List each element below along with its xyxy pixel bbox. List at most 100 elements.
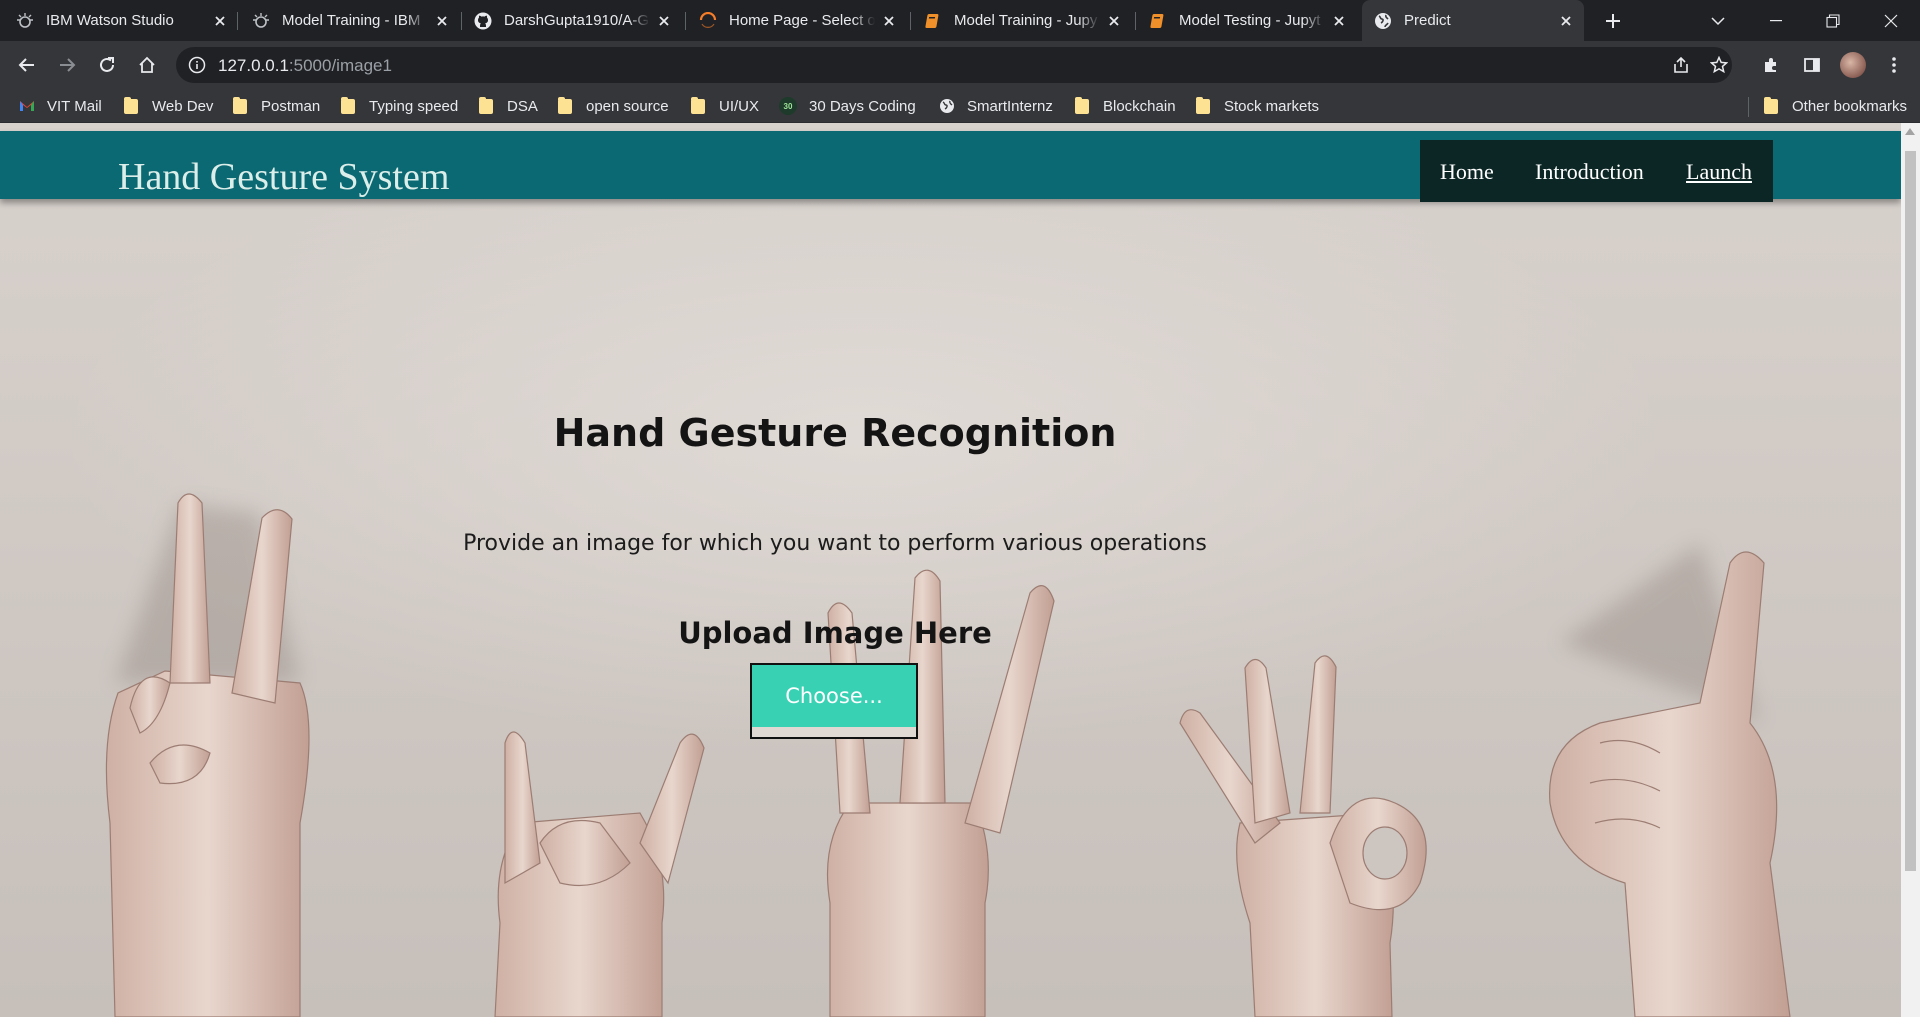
bookmark-label: Other bookmarks [1792, 97, 1908, 115]
close-tab-icon[interactable] [879, 11, 899, 31]
bookmark-folder-web-dev[interactable]: Web Dev [124, 95, 213, 117]
reload-button[interactable] [91, 49, 123, 81]
horns-gesture-hand [494, 731, 705, 1017]
bookmark-label: 30 Days Coding [809, 97, 916, 115]
bookmark-label: open source [586, 97, 669, 115]
close-tab-icon[interactable] [432, 11, 452, 31]
close-tab-icon[interactable] [654, 11, 674, 31]
scrollbar-thumb[interactable] [1905, 151, 1916, 871]
arrow-right-icon [60, 58, 76, 72]
bookmark-label: Blockchain [1103, 97, 1176, 115]
home-icon [139, 56, 155, 73]
close-tab-icon[interactable] [1104, 11, 1124, 31]
bookmark-smartinternz[interactable]: SmartInternz [939, 95, 1053, 117]
bookmark-30-days-coding[interactable]: 30 30 Days Coding [779, 95, 916, 117]
bookmark-vit-mail[interactable]: VIT Mail [19, 95, 102, 117]
browser-tab-model-testing-jupyter[interactable]: Model Testing - Jupyt [1149, 0, 1349, 41]
browser-tab-model-training-jupyter[interactable]: Model Training - Jupy [924, 0, 1124, 41]
close-tab-icon[interactable] [1556, 11, 1576, 31]
tab-search-button[interactable] [1690, 0, 1746, 41]
tab-separator [237, 12, 238, 30]
tab-title: Predict [1404, 12, 1552, 29]
ok-gesture-hand [1179, 655, 1427, 1017]
arrow-left-icon [18, 58, 34, 72]
bookmark-star-icon[interactable] [1710, 56, 1728, 74]
bookmark-folder-stock-markets[interactable]: Stock markets [1196, 95, 1319, 117]
nav-link-launch[interactable]: Launch [1686, 159, 1752, 185]
bookmark-label: Web Dev [152, 97, 214, 115]
info-icon[interactable] [188, 56, 206, 74]
folder-icon [341, 96, 357, 114]
bookmark-folder-blockchain[interactable]: Blockchain [1075, 95, 1176, 117]
browser-tab-home-page[interactable]: Home Page - Select o [699, 0, 899, 41]
url-text[interactable]: 127.0.0.1:5000/image1 [218, 56, 392, 76]
restore-button[interactable] [1805, 0, 1861, 41]
minimize-button[interactable] [1748, 0, 1804, 41]
bookmarks-bar: VIT Mail Web Dev Postman Typing speed DS… [0, 89, 1920, 123]
browser-tab-model-training-ibm[interactable]: Model Training - IBM [252, 0, 452, 41]
extensions-button[interactable] [1755, 49, 1787, 81]
profile-avatar[interactable] [1840, 52, 1866, 78]
folder-icon [479, 96, 495, 114]
address-bar[interactable]: 127.0.0.1:5000/image1 [176, 47, 1732, 83]
browser-tab-predict[interactable]: Predict [1362, 0, 1584, 41]
folder-icon [558, 96, 574, 114]
close-tab-icon[interactable] [210, 11, 230, 31]
bookmark-folder-postman[interactable]: Postman [233, 95, 320, 117]
hand-gestures-background-image [105, 493, 1791, 1017]
bookmark-folder-open-source[interactable]: open source [558, 95, 669, 117]
browser-tab-github[interactable]: DarshGupta1910/A-G [474, 0, 674, 41]
restore-icon [1826, 13, 1840, 28]
folder-icon [124, 96, 140, 114]
folder-icon [233, 96, 249, 114]
home-button[interactable] [131, 49, 163, 81]
tab-separator [1135, 12, 1136, 30]
tab-title: Model Training - Jupy [954, 12, 1100, 29]
side-panel-icon [1804, 58, 1820, 72]
tab-separator [461, 12, 462, 30]
ibm-watson-icon [252, 12, 270, 30]
back-button[interactable] [11, 49, 43, 81]
page-scrollbar[interactable] [1901, 123, 1920, 1017]
site-header: Hand Gesture System Home Introduction La… [0, 131, 1901, 202]
nav-link-home[interactable]: Home [1440, 159, 1494, 185]
forward-button[interactable] [51, 49, 83, 81]
bookmark-folder-dsa[interactable]: DSA [479, 95, 538, 117]
tab-separator [910, 12, 911, 30]
page-title: Hand Gesture Recognition [553, 411, 1117, 455]
tab-separator [685, 12, 686, 30]
minimize-icon [1770, 19, 1782, 21]
folder-icon [691, 96, 707, 114]
plus-icon [1606, 14, 1620, 28]
side-panel-button[interactable] [1796, 49, 1828, 81]
badge-icon: 30 [779, 97, 797, 115]
kebab-menu-icon [1892, 57, 1896, 73]
new-tab-button[interactable] [1598, 6, 1628, 36]
share-icon[interactable] [1672, 56, 1690, 74]
browser-menu-button[interactable] [1878, 49, 1910, 81]
bookmarks-divider [1748, 97, 1749, 117]
scroll-up-arrow-icon[interactable] [1905, 128, 1915, 135]
tab-title: Home Page - Select o [729, 12, 875, 29]
folder-icon [1196, 96, 1212, 114]
bookmark-folder-typing-speed[interactable]: Typing speed [341, 95, 458, 117]
loading-spinner-icon [699, 11, 717, 30]
url-host: 127.0.0.1 [218, 56, 289, 75]
nav-link-introduction[interactable]: Introduction [1535, 159, 1644, 185]
gmail-icon [20, 101, 34, 111]
choose-file-button[interactable]: Choose... [750, 663, 918, 739]
folder-icon [1764, 96, 1780, 114]
jupyter-notebook-icon [1149, 12, 1167, 30]
close-window-button[interactable] [1863, 0, 1919, 41]
page-viewport: Hand Gesture System Home Introduction La… [0, 123, 1920, 1017]
bookmark-folder-ui-ux[interactable]: UI/UX [691, 95, 759, 117]
github-icon [474, 12, 492, 30]
other-bookmarks-folder[interactable]: Other bookmarks [1764, 95, 1907, 117]
browser-tabstrip: IBM Watson Studio Model Training - IBM D… [0, 0, 1920, 41]
bookmark-label: VIT Mail [47, 97, 102, 115]
bookmark-label: SmartInternz [967, 97, 1053, 115]
site-nav: Home Introduction Launch [1420, 140, 1773, 202]
close-tab-icon[interactable] [1329, 11, 1349, 31]
bookmark-label: Typing speed [369, 97, 459, 115]
browser-tab-ibm-watson-studio[interactable]: IBM Watson Studio [16, 0, 230, 41]
